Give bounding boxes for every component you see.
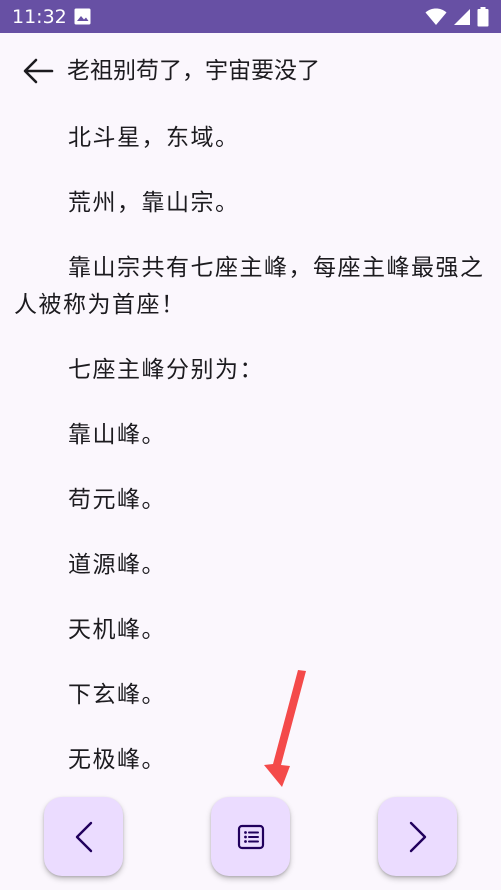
paragraph: 北斗星，东域。 bbox=[68, 125, 240, 151]
table-of-contents-button[interactable] bbox=[211, 797, 290, 876]
app-header: 老祖别苟了，宇宙要没了 bbox=[0, 33, 501, 109]
signal-icon bbox=[454, 9, 470, 25]
paragraph: 无极峰。 bbox=[68, 747, 166, 773]
list-icon bbox=[237, 824, 264, 849]
chevron-left-icon bbox=[75, 821, 92, 852]
paragraph: 七座主峰分别为： bbox=[68, 357, 264, 383]
status-icons bbox=[425, 6, 489, 28]
paragraph: 道源峰。 bbox=[68, 552, 166, 578]
paragraph: 荒州，靠山宗。 bbox=[68, 190, 240, 216]
image-icon bbox=[74, 8, 91, 25]
paragraph: 下玄峰。 bbox=[68, 682, 166, 708]
paragraph: 苟元峰。 bbox=[68, 487, 166, 513]
chevron-right-icon bbox=[409, 821, 426, 852]
arrow-left-icon[interactable] bbox=[22, 57, 54, 85]
paragraph: 天机峰。 bbox=[68, 617, 166, 643]
page-title: 老祖别苟了，宇宙要没了 bbox=[67, 58, 320, 84]
chapter-content: 北斗星，东域。 荒州，靠山宗。 靠山宗共有七座主峰，每座主峰最强之人被称为首座！… bbox=[14, 120, 486, 807]
status-time: 11:32 bbox=[12, 6, 67, 28]
paragraph: 靠山宗共有七座主峰，每座主峰最强之人被称为首座！ bbox=[14, 255, 485, 318]
status-bar: 11:32 bbox=[0, 0, 501, 33]
wifi-icon bbox=[425, 8, 447, 25]
reader-screen: 11:32 老祖别苟了，宇宙要没了 北斗星，东域。 荒州，靠山宗。 靠山宗共有七… bbox=[0, 0, 501, 890]
battery-icon bbox=[477, 7, 489, 27]
previous-chapter-button[interactable] bbox=[44, 797, 123, 876]
paragraph: 靠山峰。 bbox=[68, 422, 166, 448]
next-chapter-button[interactable] bbox=[378, 797, 457, 876]
